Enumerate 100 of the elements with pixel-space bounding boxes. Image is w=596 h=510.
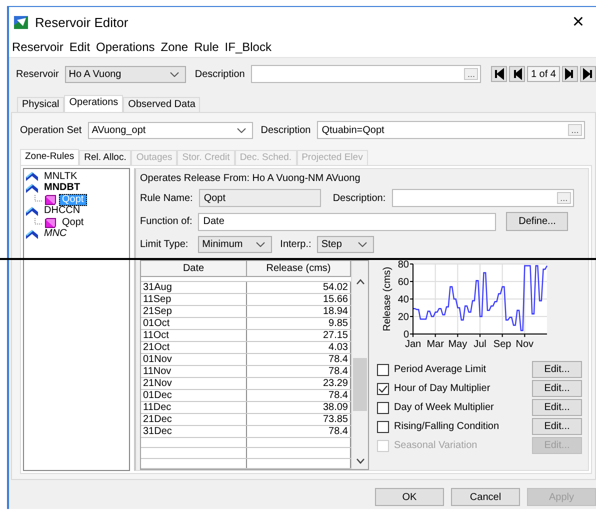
- define-button[interactable]: Define...: [506, 212, 568, 231]
- tree-item[interactable]: MNDBT: [41, 182, 84, 194]
- checkbox[interactable]: [377, 382, 389, 394]
- checkbox-label: Period Average Limit: [394, 364, 488, 375]
- rule-source-label: Operates Release From: Ho A Vuong-NM AVuong: [140, 173, 362, 184]
- last-arrow-icon: [582, 68, 594, 80]
- tree-item[interactable]: MNC: [41, 228, 70, 240]
- scroll-down-icon[interactable]: [356, 458, 364, 464]
- tree-item[interactable]: Qopt: [59, 216, 87, 229]
- caret-icon: [256, 242, 266, 247]
- table-cell: 11Sep: [141, 294, 247, 305]
- table-cell: 11Nov: [141, 366, 247, 377]
- table-cell: 31Dec: [141, 426, 247, 437]
- tree-item[interactable]: DHCCN: [41, 205, 84, 218]
- caret-icon: [358, 242, 368, 247]
- zone-icon: [26, 206, 38, 216]
- edit-button[interactable]: Edit...: [532, 380, 582, 397]
- browse-button[interactable]: ...: [464, 68, 478, 80]
- field-label: Limit Type:: [140, 239, 188, 250]
- rule-icon: [45, 194, 56, 205]
- table-cell: 21Nov: [141, 378, 247, 389]
- tick-label: 20: [398, 312, 409, 323]
- zone-icon: [26, 230, 38, 239]
- scroll-up-icon[interactable]: [356, 279, 364, 285]
- rule-name-field[interactable]: Qopt: [198, 189, 321, 207]
- first-arrow-icon: [492, 68, 505, 80]
- column-header[interactable]: Date: [141, 261, 247, 276]
- table-cell: 11Dec: [141, 402, 247, 413]
- table-cell: 21Sep: [141, 306, 247, 317]
- window-title: Reservoir Editor: [35, 14, 130, 30]
- edit-button[interactable]: Edit...: [532, 361, 582, 378]
- scrollbar-thumb[interactable]: [353, 358, 367, 411]
- checkbox[interactable]: [377, 402, 389, 414]
- table-cell: 21Dec: [141, 414, 247, 425]
- table-cell: 21Oct: [141, 342, 247, 353]
- dialog-button[interactable]: OK: [375, 488, 444, 506]
- checkbox[interactable]: [377, 364, 389, 376]
- checkbox[interactable]: [377, 420, 389, 432]
- tick-label: 60: [398, 277, 409, 288]
- menu-item[interactable]: Reservoir: [12, 40, 64, 54]
- tick-label: Mar: [426, 339, 444, 350]
- checkbox-label: Seasonal Variation: [394, 440, 478, 451]
- field-label: Description: [260, 124, 311, 136]
- last-record-button[interactable]: [580, 66, 596, 82]
- tick-label: Nov: [516, 339, 534, 350]
- tick-label: Sep: [493, 339, 512, 350]
- tick-label: Jan: [404, 339, 422, 350]
- interp-dropdown[interactable]: Step: [317, 236, 374, 253]
- menu-item[interactable]: Operations: [96, 40, 155, 54]
- edit-button[interactable]: Edit...: [532, 399, 582, 416]
- field-label: Operation Set: [20, 124, 82, 136]
- tab[interactable]: Physical: [17, 97, 64, 112]
- description-field[interactable]: Qtuabin=Qopt ...: [316, 121, 585, 139]
- dialog-button[interactable]: Cancel: [451, 488, 520, 506]
- description-field[interactable]: ...: [250, 65, 481, 83]
- close-button[interactable]: ×: [568, 12, 588, 32]
- checkbox-label: Hour of Day Multiplier: [394, 383, 492, 394]
- checkbox-label: Day of Week Multiplier: [394, 402, 495, 413]
- description-field[interactable]: ...: [392, 189, 574, 207]
- reservoir-dropdown[interactable]: Ho A Vuong: [64, 66, 186, 82]
- checkbox-label: Rising/Falling Condition: [394, 421, 500, 432]
- limit-type-dropdown[interactable]: Minimum: [198, 236, 272, 253]
- menu-item[interactable]: Edit: [69, 40, 90, 54]
- tab[interactable]: Observed Data: [123, 97, 200, 112]
- first-record-button[interactable]: [490, 66, 507, 82]
- menu-item[interactable]: Rule: [194, 40, 219, 54]
- zone-icon: [26, 184, 38, 193]
- menu-item[interactable]: IF_Block: [224, 40, 272, 54]
- tab[interactable]: Operations: [64, 95, 124, 112]
- record-counter: 1 of 4: [526, 66, 560, 82]
- tree-item[interactable]: MNLTK: [41, 170, 80, 183]
- tick-label: 0: [403, 330, 409, 340]
- next-record-button[interactable]: [562, 66, 578, 82]
- edit-button[interactable]: Edit...: [532, 418, 582, 435]
- caret-icon: [170, 72, 179, 76]
- field-label: Reservoir: [16, 68, 59, 80]
- browse-button[interactable]: ...: [568, 124, 582, 136]
- operation-set-dropdown[interactable]: AVuong_opt: [88, 122, 253, 138]
- browse-button[interactable]: ...: [557, 192, 571, 204]
- field-label: Interp.:: [280, 239, 312, 250]
- next-arrow-icon: [564, 68, 576, 80]
- tick-label: Jul: [474, 339, 486, 350]
- rule-icon: [45, 218, 56, 228]
- field-label: Description:: [332, 192, 386, 204]
- function-field[interactable]: Date: [198, 212, 496, 230]
- field-label: Description: [194, 68, 245, 80]
- table-cell: 01Oct: [141, 318, 247, 329]
- zone-icon: [26, 172, 38, 182]
- field-label: Function of:: [140, 216, 192, 227]
- app-icon: [14, 16, 28, 28]
- tick-label: May: [448, 339, 468, 350]
- menu-item[interactable]: Zone: [160, 40, 188, 54]
- axis-title: Release (cms): [382, 266, 393, 332]
- tick-label: 40: [398, 294, 409, 306]
- table-cell: 01Nov: [141, 354, 247, 365]
- table-cell: 01Dec: [141, 390, 247, 401]
- tab[interactable]: Zone-Rules: [20, 149, 80, 165]
- caret-icon: [236, 128, 246, 132]
- prev-record-button[interactable]: [508, 66, 525, 82]
- tick-label: 80: [398, 260, 409, 270]
